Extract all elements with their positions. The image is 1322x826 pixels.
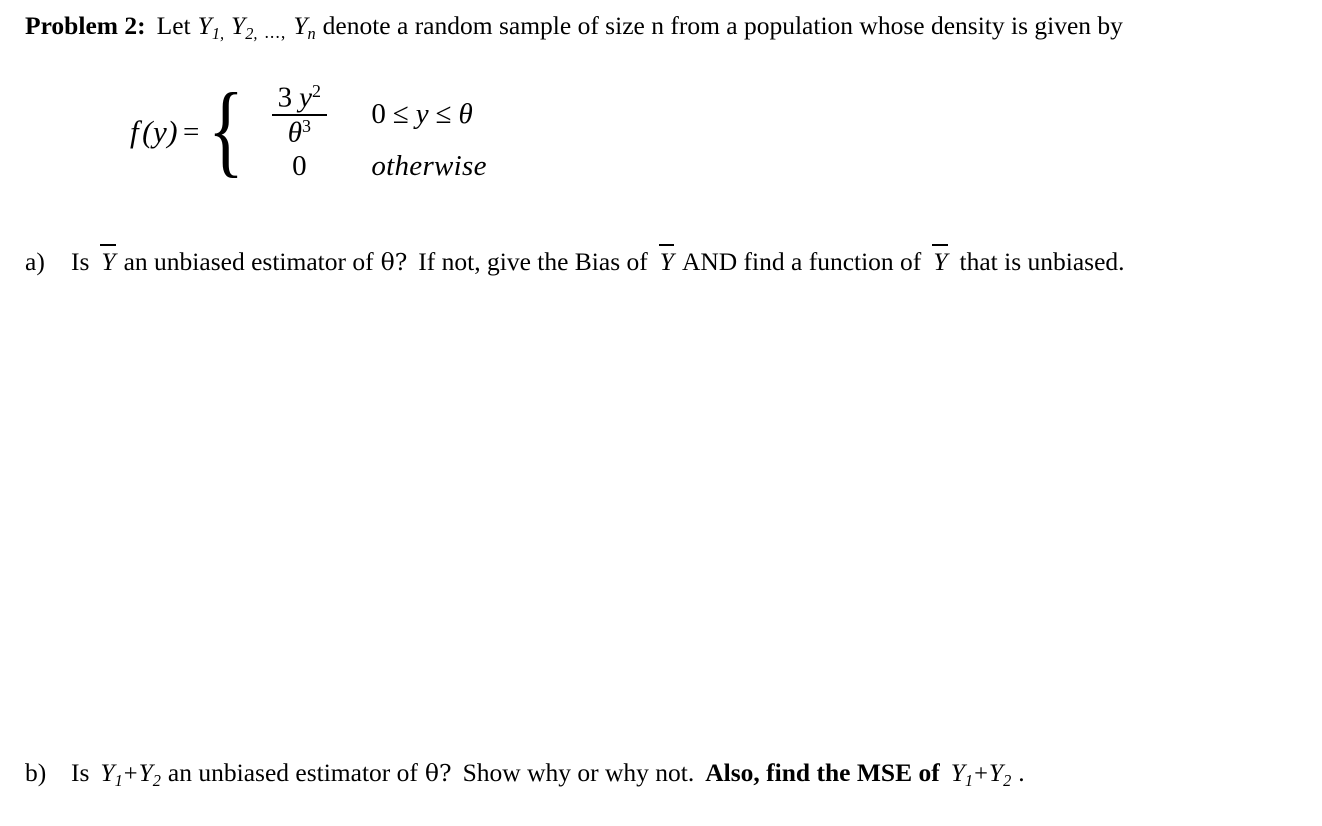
subscript-1: 1, [211, 23, 225, 43]
left-curly-brace: { [208, 71, 245, 187]
part-b-text-3: Show why or why not. [462, 758, 695, 787]
variable-y2: Y [231, 11, 246, 40]
y-bar-symbol-1: Y [100, 244, 116, 276]
denominator-exponent: 3 [301, 116, 311, 137]
function-argument: (y) [142, 114, 179, 150]
variable-y-c: Y [950, 758, 965, 787]
fraction-numerator: 3 y2 [272, 82, 327, 114]
part-b-period: . [1018, 758, 1025, 787]
case-expression-fraction: 3 y2 θ3 [253, 82, 345, 148]
variable-y1: Y [197, 11, 212, 40]
fraction: 3 y2 θ3 [271, 82, 327, 148]
equals-sign: = [183, 115, 200, 148]
plus-sign-2: + [974, 760, 988, 787]
less-equal-sign-2: ≤ [435, 98, 452, 131]
part-b-line: b) Is Y1+Y2 an unbiased estimator of θ? Show … [25, 757, 1025, 797]
density-function-formula: f (y) = { 3 y2 θ3 0 ≤ y ≤ θ 0 otherwise [130, 71, 487, 187]
y-bar-symbol-2: Y [658, 244, 675, 276]
case-expression-zero: 0 [292, 149, 307, 182]
case-condition-range: 0 ≤ y ≤ θ [345, 98, 472, 131]
part-a-marker: a) [25, 247, 45, 276]
problem-intro-tail: denote a random sample of size n from a … [322, 11, 1123, 40]
variable-y-d: Y [988, 758, 1004, 787]
subscript-d: 2 [1003, 770, 1012, 790]
variable-yn: Y [293, 11, 308, 40]
part-b-bold-instruction: Also, find the MSE of [705, 758, 940, 787]
part-b-marker: b) [25, 758, 47, 787]
plus-sign-1: + [123, 760, 138, 787]
case-row-second: 0 otherwise [253, 150, 486, 183]
variable-y-b: Y [138, 758, 153, 787]
part-a-text-1: Is [71, 247, 90, 276]
range-variable: y [415, 98, 429, 131]
numerator-variable: y [299, 81, 312, 114]
problem-label: Problem 2: [25, 11, 146, 40]
problem-intro-text: Let [156, 11, 191, 40]
fraction-denominator: θ3 [282, 116, 317, 147]
subscript-n: n [307, 23, 316, 43]
range-upper-bound-theta: θ [458, 98, 473, 131]
document-page: Problem 2: Let Y1, Y2,..., Yn denote a random… [0, 0, 1322, 826]
part-b-text-2: an unbiased estimator of [167, 758, 418, 787]
range-lower-bound: 0 [371, 98, 386, 131]
part-b-text-1: Is [71, 758, 90, 787]
numerator-exponent: 2 [312, 81, 321, 101]
subscript-b: 2 [152, 770, 161, 790]
otherwise-label: otherwise [371, 149, 487, 182]
theta-symbol-b: θ? [424, 759, 452, 787]
case-condition-otherwise: otherwise [345, 150, 486, 183]
variable-y-a: Y [100, 758, 115, 787]
theta-symbol-a: θ? [380, 248, 408, 276]
function-name: f [130, 114, 140, 150]
problem-statement-line: Problem 2: Let Y1, Y2,..., Yn denote a random… [25, 10, 1310, 50]
part-a-text-2: an unbiased estimator of [123, 247, 374, 276]
subscript-c: 1 [964, 770, 974, 790]
less-equal-sign-1: ≤ [392, 98, 409, 131]
denominator-theta: θ [287, 116, 302, 149]
subscript-a: 1 [114, 770, 123, 790]
part-a-text-4: AND find a function of [681, 247, 922, 276]
piecewise-cases: 3 y2 θ3 0 ≤ y ≤ θ 0 otherwise [253, 82, 486, 183]
subscript-2: 2, [245, 23, 258, 43]
part-a-text-3: If not, give the Bias of [418, 247, 648, 276]
ellipsis: ..., [264, 21, 287, 42]
part-a-text-5: that is unbiased. [959, 247, 1125, 276]
case-row-first: 3 y2 θ3 0 ≤ y ≤ θ [253, 82, 486, 148]
y-bar-symbol-3: Y [932, 244, 948, 276]
numerator-coefficient: 3 [277, 81, 293, 114]
part-a-line: a) Is Yan unbiased estimator of θ? If not, g… [25, 244, 1125, 278]
